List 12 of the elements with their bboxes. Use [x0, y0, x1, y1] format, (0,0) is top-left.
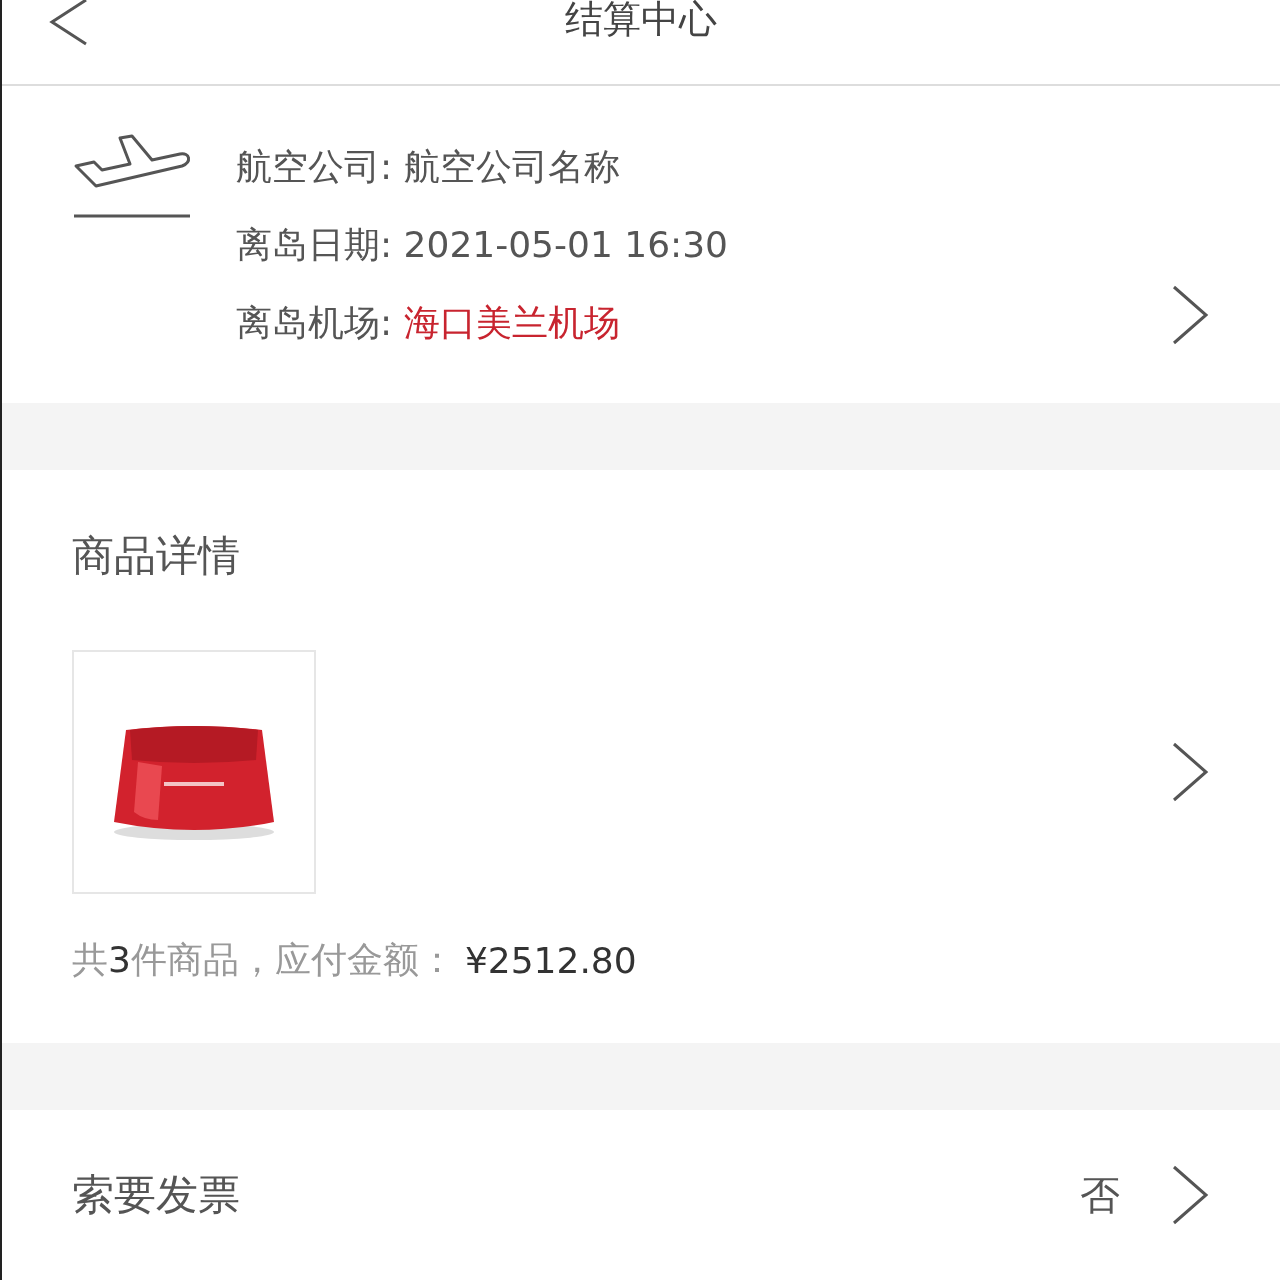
- section-title: 商品详情: [72, 530, 241, 582]
- flight-info-text: 离岛机场: 海口美兰机场: [236, 302, 621, 343]
- invoice-select[interactable]: 否: [1080, 1163, 1210, 1227]
- total-amount: ¥2512.80: [464, 940, 637, 981]
- flight-info-text: 航空公司: 航空公司名称: [236, 146, 621, 187]
- chevron-button[interactable]: [1170, 740, 1210, 804]
- item-count-text: 共3件商品，应付金额：: [72, 938, 455, 982]
- page-title: 结算中心: [565, 0, 717, 38]
- chevron-right-icon: [1170, 1163, 1210, 1227]
- flight-info-text: 离岛日期: 2021-05-01 16:30: [236, 224, 729, 265]
- chevron-right-icon: [1170, 740, 1210, 804]
- invoice-label: 索要发票: [72, 1169, 241, 1221]
